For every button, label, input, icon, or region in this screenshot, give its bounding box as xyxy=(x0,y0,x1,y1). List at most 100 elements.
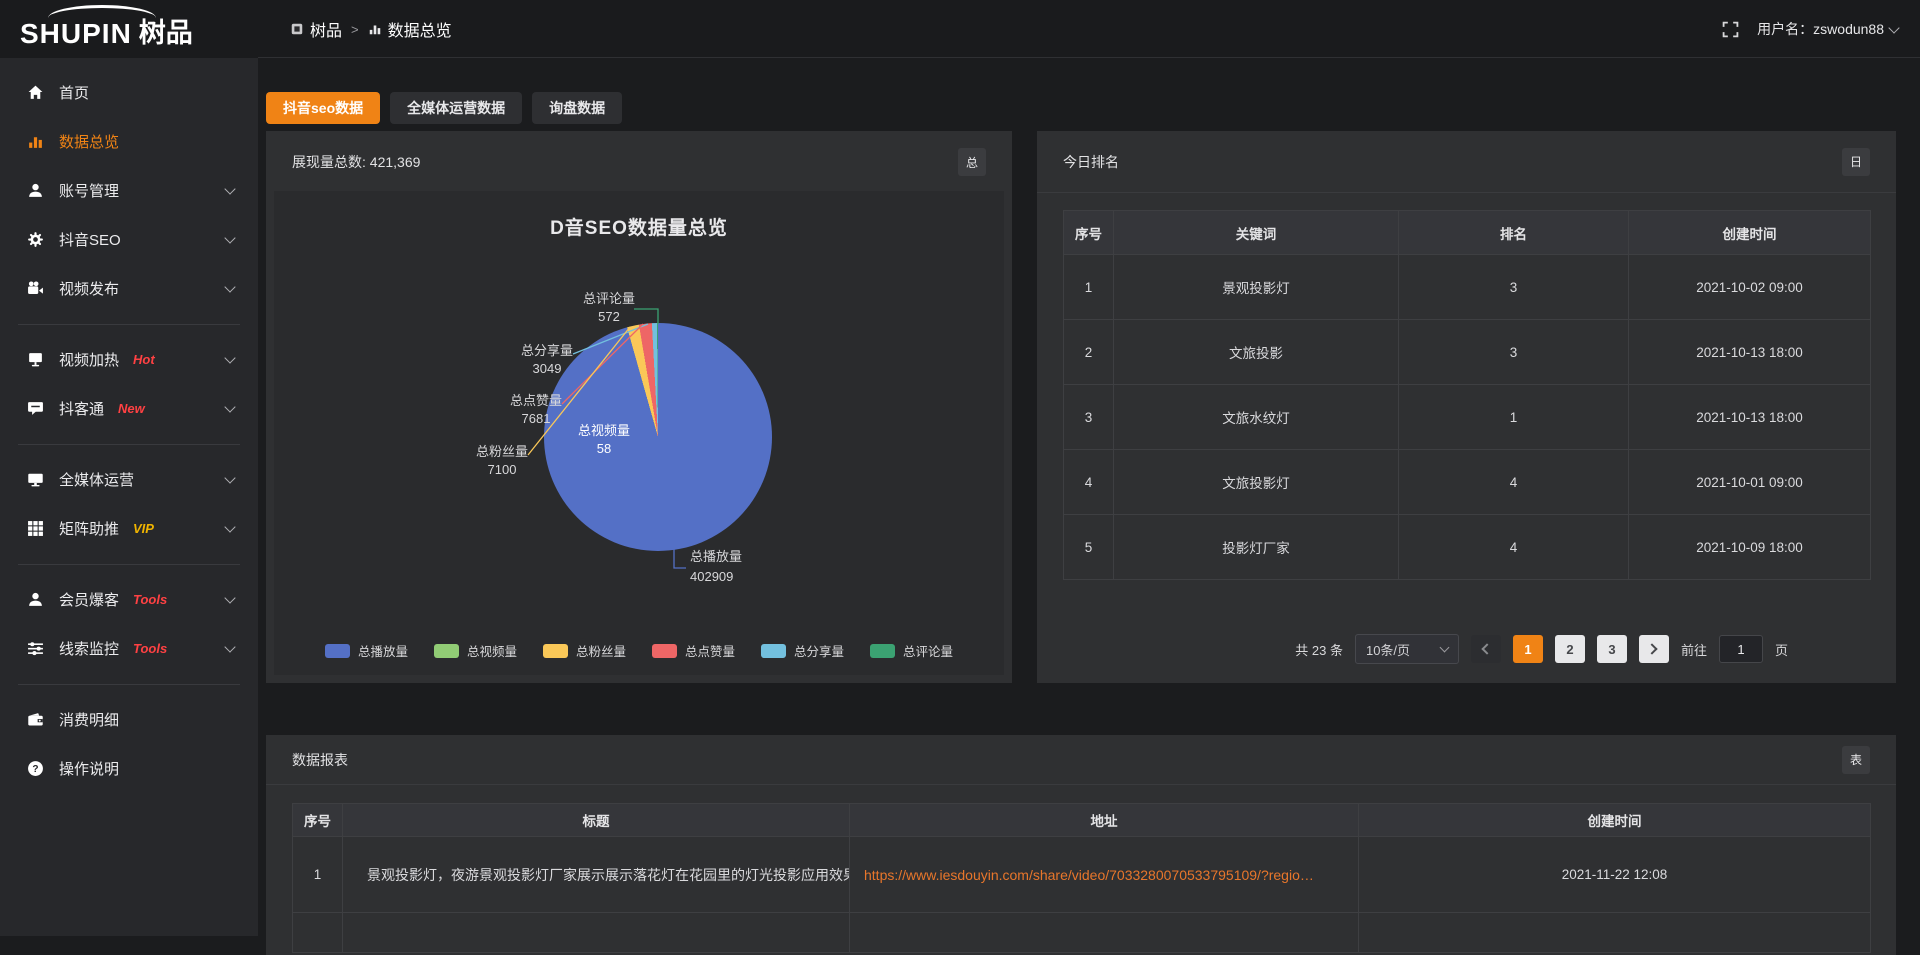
breadcrumb-current[interactable]: 数据总览 xyxy=(368,17,452,41)
table-cell: 1 xyxy=(293,837,343,913)
sidebar-item-label: 消费明细 xyxy=(59,709,119,730)
sidebar-item-lead-monitoring[interactable]: 线索监控 Tools xyxy=(0,624,258,673)
ranking-panel-title: 今日排名 xyxy=(1063,152,1119,172)
logo-text-en: SHUPIN xyxy=(20,18,132,50)
table-cell: 文旅投影 xyxy=(1114,320,1399,385)
tab-inquiry-data[interactable]: 询盘数据 xyxy=(532,92,622,124)
sidebar-item-label: 视频加热 xyxy=(59,349,119,370)
sidebar-item-member-baoke[interactable]: 会员爆客 Tools xyxy=(0,575,258,624)
tab-douyin-seo-data[interactable]: 抖音seo数据 xyxy=(266,92,380,124)
legend-item-plays[interactable]: 总播放量 xyxy=(325,641,408,660)
page-button-3[interactable]: 3 xyxy=(1597,635,1627,663)
column-header: 序号 xyxy=(1064,211,1114,255)
breadcrumb: 树品 > 数据总览 xyxy=(290,0,452,58)
page-size-select[interactable]: 10条/页 xyxy=(1355,634,1459,664)
username-label: 用户名：zswodun88 xyxy=(1757,19,1884,39)
legend-swatch xyxy=(761,644,786,658)
menu-divider xyxy=(0,313,258,335)
legend-item-comments[interactable]: 总评论量 xyxy=(870,641,953,660)
sidebar-item-label: 矩阵助推 xyxy=(59,518,119,539)
total-badge-button[interactable]: 总 xyxy=(958,148,986,176)
chevron-down-icon xyxy=(1440,643,1450,653)
table-cell: 5 xyxy=(1064,515,1114,580)
question-icon: ? xyxy=(26,760,44,778)
bar-chart-icon xyxy=(26,133,44,151)
table-row xyxy=(293,913,1871,953)
chart-legend: 总播放量 总视频量 总粉丝量 总点赞量 总分享量 总评论量 xyxy=(274,641,1004,660)
sidebar-item-label: 线索监控 xyxy=(59,638,119,659)
sidebar-item-label: 会员爆客 xyxy=(59,589,119,610)
column-header: 排名 xyxy=(1399,211,1629,255)
table-cell: 2021-11-22 12:08 xyxy=(1359,837,1871,913)
table-cell: 2021-10-13 18:00 xyxy=(1629,320,1871,385)
table-cell: 文旅投影灯 xyxy=(1114,450,1399,515)
table-cell: 2021-10-13 18:00 xyxy=(1629,385,1871,450)
table-cell: 景观投影灯 xyxy=(1114,255,1399,320)
chevron-down-icon xyxy=(224,232,235,243)
table-cell: 文旅水纹灯 xyxy=(1114,385,1399,450)
sidebar-menu: 首页 数据总览 账号管理 抖音SEO 视频发布 视频加热 Hot xyxy=(0,58,258,793)
table-cell: 4 xyxy=(1399,450,1629,515)
sliders-icon xyxy=(26,640,44,658)
gear-icon xyxy=(26,231,44,249)
table-header-row: 序号 标题 地址 创建时间 xyxy=(293,804,1871,837)
sidebar: 首页 数据总览 账号管理 抖音SEO 视频发布 视频加热 Hot xyxy=(0,58,258,936)
chevron-down-icon xyxy=(224,401,235,412)
tab-media-operation-data[interactable]: 全媒体运营数据 xyxy=(390,92,522,124)
sidebar-item-video-heating[interactable]: 视频加热 Hot xyxy=(0,335,258,384)
next-page-button[interactable] xyxy=(1639,635,1669,663)
sidebar-item-matrix-boost[interactable]: 矩阵助推 VIP xyxy=(0,504,258,553)
fullscreen-icon[interactable] xyxy=(1722,21,1739,38)
sidebar-item-video-publish[interactable]: 视频发布 xyxy=(0,264,258,313)
legend-item-shares[interactable]: 总分享量 xyxy=(761,641,844,660)
menu-divider xyxy=(0,673,258,695)
sidebar-item-media-operation[interactable]: 全媒体运营 xyxy=(0,455,258,504)
chevron-down-icon xyxy=(1888,22,1899,33)
pie-chart-area: D音SEO数据量总览 总评论量572 总分享量3049 总点赞量7681 总粉丝… xyxy=(274,191,1004,675)
breadcrumb-root[interactable]: 树品 xyxy=(290,17,342,41)
page-button-2[interactable]: 2 xyxy=(1555,635,1585,663)
sidebar-item-label: 账号管理 xyxy=(59,180,119,201)
goto-page-input[interactable] xyxy=(1719,635,1763,663)
home-icon xyxy=(26,84,44,102)
sidebar-item-consumption-details[interactable]: 消费明细 xyxy=(0,695,258,744)
table-cell xyxy=(850,913,1359,953)
tools-badge: Tools xyxy=(133,592,167,607)
data-tabs: 抖音seo数据 全媒体运营数据 询盘数据 xyxy=(266,92,622,124)
impressions-panel: 展现量总数: 421,369 总 D音SEO数据量总览 总评论量572 总分享量… xyxy=(266,131,1012,683)
day-badge-button[interactable]: 日 xyxy=(1842,148,1870,176)
sidebar-item-account-management[interactable]: 账号管理 xyxy=(0,166,258,215)
video-link[interactable]: https://www.iesdouyin.com/share/video/70… xyxy=(850,837,1359,913)
legend-item-videos[interactable]: 总视频量 xyxy=(434,641,517,660)
menu-divider xyxy=(0,433,258,455)
sidebar-item-data-overview[interactable]: 数据总览 xyxy=(0,117,258,166)
sidebar-item-home[interactable]: 首页 xyxy=(0,68,258,117)
table-cell: 1 xyxy=(1064,255,1114,320)
report-panel-header: 数据报表 表 xyxy=(266,735,1896,785)
impressions-total-label: 展现量总数: 421,369 xyxy=(292,152,420,172)
wallet-icon xyxy=(26,711,44,729)
pagination-total: 共 23 条 xyxy=(1295,640,1343,659)
legend-item-fans[interactable]: 总粉丝量 xyxy=(543,641,626,660)
table-badge-button[interactable]: 表 xyxy=(1842,746,1870,774)
column-header: 标题 xyxy=(343,804,850,837)
hot-badge: Hot xyxy=(133,352,155,367)
table-cell: 4 xyxy=(1064,450,1114,515)
sidebar-item-douketong[interactable]: 抖客通 New xyxy=(0,384,258,433)
table-cell: 1 xyxy=(1399,385,1629,450)
user-menu[interactable]: 用户名：zswodun88 xyxy=(1757,19,1898,39)
page-button-1[interactable]: 1 xyxy=(1513,635,1543,663)
sidebar-item-label: 数据总览 xyxy=(59,131,119,152)
sidebar-item-label: 全媒体运营 xyxy=(59,469,134,490)
sidebar-item-douyin-seo[interactable]: 抖音SEO xyxy=(0,215,258,264)
screen-icon xyxy=(26,351,44,369)
chevron-down-icon xyxy=(224,641,235,652)
table-row: 4文旅投影灯42021-10-01 09:00 xyxy=(1064,450,1871,515)
legend-item-likes[interactable]: 总点赞量 xyxy=(652,641,735,660)
prev-page-button[interactable] xyxy=(1471,635,1501,663)
table-row: 3文旅水纹灯12021-10-13 18:00 xyxy=(1064,385,1871,450)
sidebar-item-operation-guide[interactable]: ? 操作说明 xyxy=(0,744,258,793)
table-cell: 2021-10-01 09:00 xyxy=(1629,450,1871,515)
sidebar-item-label: 抖客通 xyxy=(59,398,104,419)
pagination: 共 23 条 10条/页 1 2 3 前往 页 xyxy=(1295,634,1788,664)
